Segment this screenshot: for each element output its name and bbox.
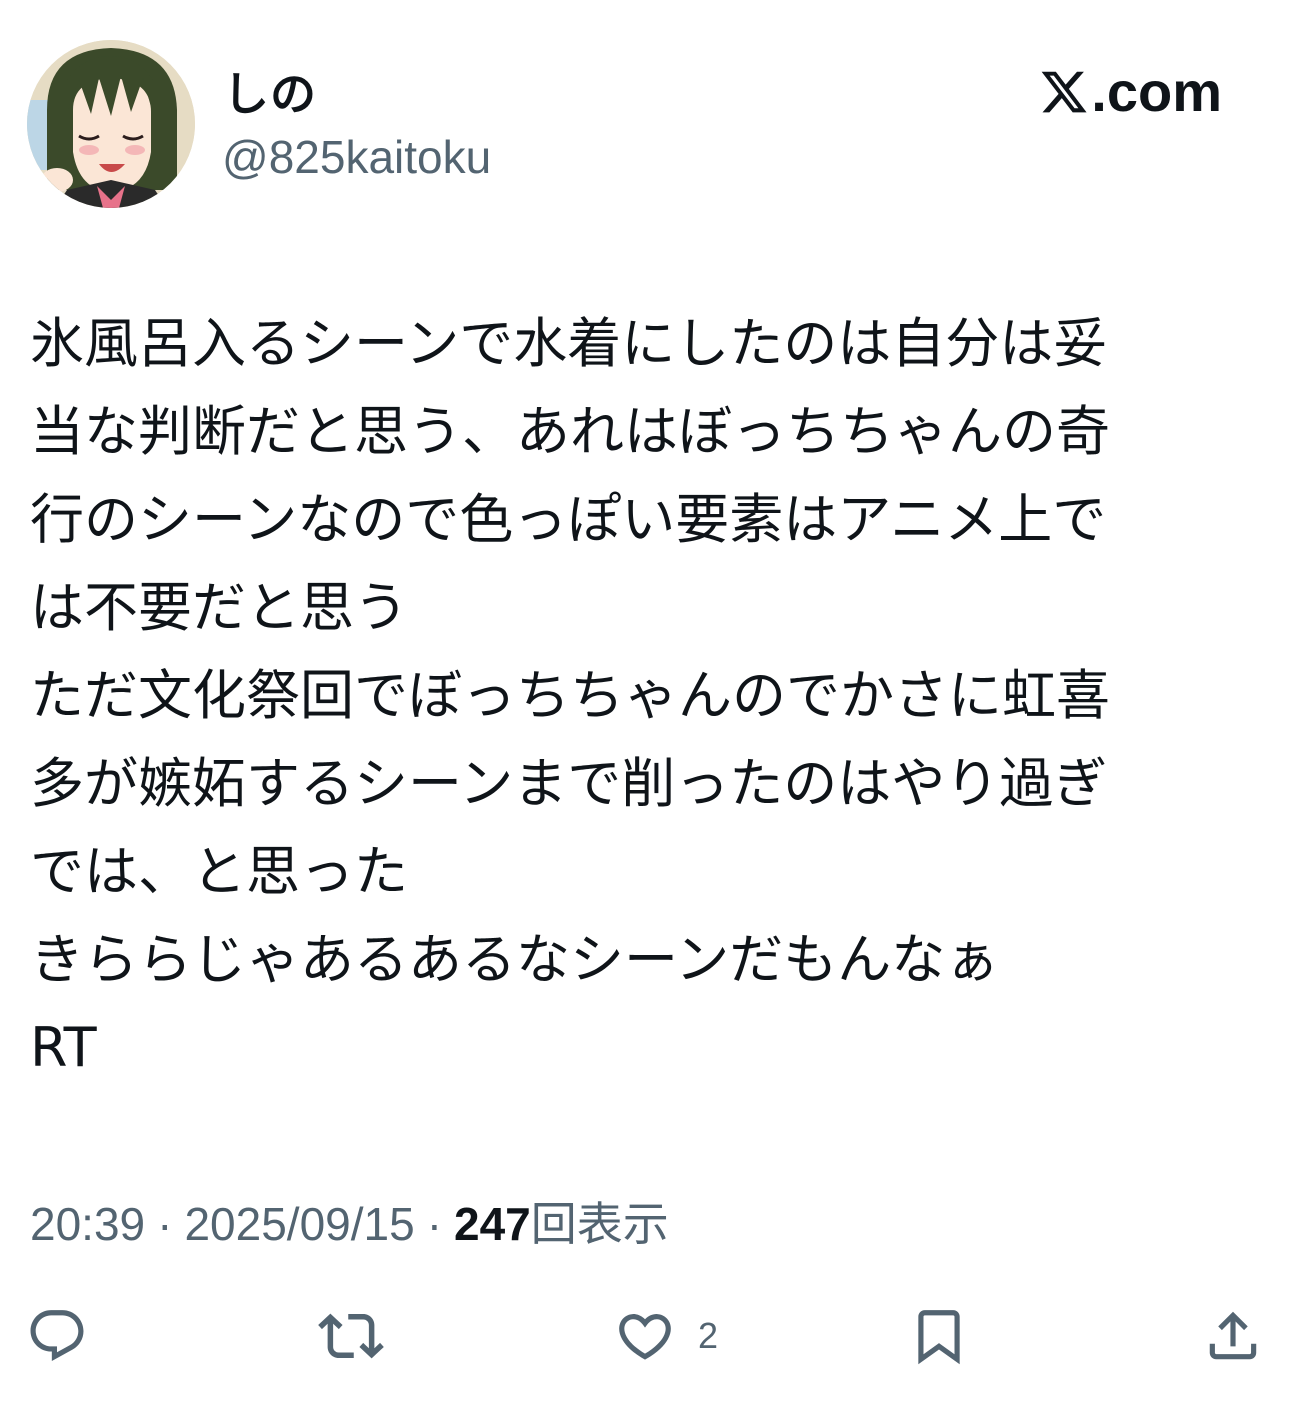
bookmark-button[interactable] <box>908 1296 970 1376</box>
like-count: 2 <box>698 1315 719 1356</box>
post-line: RT <box>30 1016 97 1079</box>
post-time[interactable]: 20:39 <box>30 1198 145 1250</box>
views-count: 247 <box>454 1198 531 1250</box>
x-logo-icon <box>1041 71 1087 113</box>
bookmark-icon <box>918 1310 960 1365</box>
brand-text: .com <box>1091 60 1222 123</box>
avatar[interactable] <box>27 40 195 208</box>
share-button[interactable] <box>1202 1296 1264 1376</box>
post-line: きららじゃあるあるなシーンだもんなぁ <box>30 928 1000 991</box>
post-line: 氷風呂入るシーンで水着にしたのは自分は妥 <box>30 312 1108 375</box>
post-meta: 20:39 · 2025/09/15 · 247回表示 <box>30 1188 669 1254</box>
views-label: 回表示 <box>530 1198 669 1250</box>
user-handle[interactable]: @825kaitoku <box>222 130 491 184</box>
share-icon <box>1209 1311 1257 1360</box>
heart-icon <box>619 1314 671 1360</box>
display-name[interactable]: しの <box>223 58 317 124</box>
reply-icon <box>30 1310 84 1362</box>
anime-character-avatar <box>27 40 195 208</box>
post-line: 当な判断だと思う、あれはぼっちちゃんの奇 <box>30 400 1110 463</box>
like-button[interactable]: 2 <box>614 1296 718 1376</box>
repost-button[interactable] <box>318 1296 384 1376</box>
post-line: 行のシーンなので色っぽい要素はアニメ上で <box>30 488 1107 551</box>
meta-separator: · <box>426 1198 443 1250</box>
brand-logo: .com <box>1039 60 1222 124</box>
post-date[interactable]: 2025/09/15 <box>184 1198 414 1250</box>
action-bar: 2 <box>0 1296 1290 1376</box>
post-line: ただ文化祭回でぼっちちゃんのでかさに虹喜 <box>30 664 1110 727</box>
post-line: 多が嫉妬するシーンまで削ったのはやり過ぎ <box>30 752 1108 815</box>
post-line: では、と思った <box>30 840 408 903</box>
reply-button[interactable] <box>26 1296 88 1376</box>
meta-separator: · <box>157 1198 173 1250</box>
repost-icon <box>318 1313 384 1359</box>
post-text: 氷風呂入るシーンで水着にしたのは自分は妥 当な判断だと思う、あれはぼっちちゃんの… <box>30 300 1230 1092</box>
post-line: は不要だと思う <box>30 576 408 639</box>
